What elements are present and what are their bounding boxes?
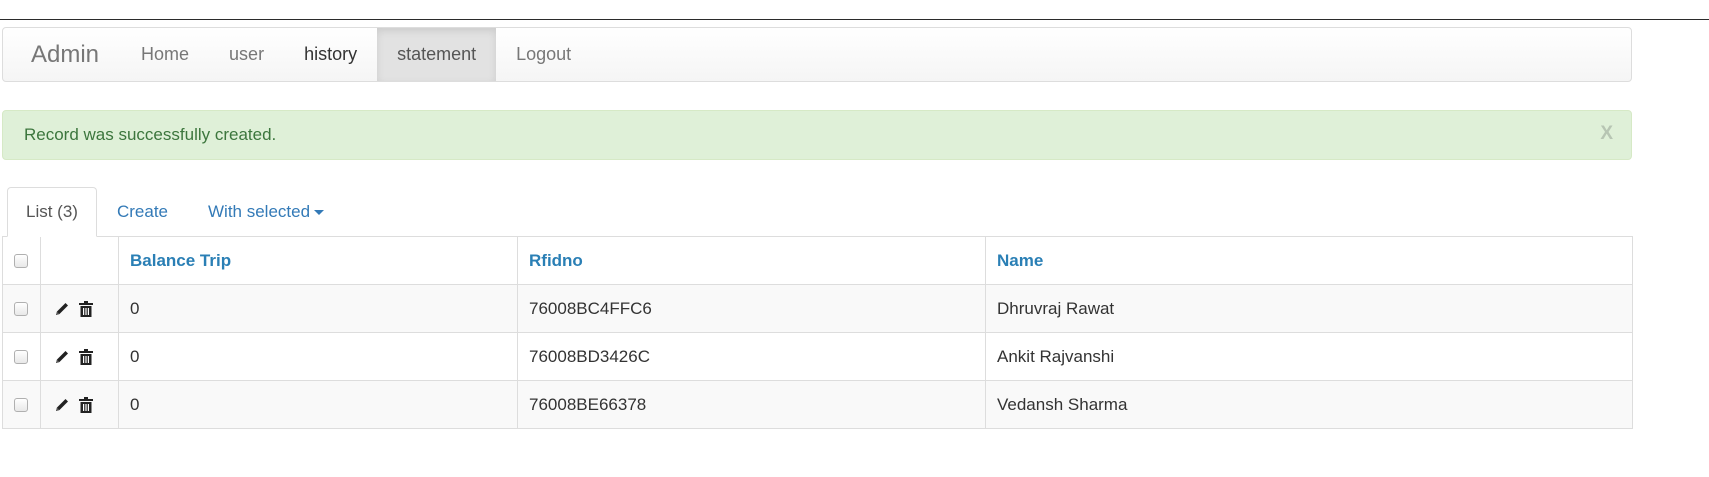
pencil-icon[interactable] (54, 301, 70, 317)
top-divider (0, 19, 1709, 20)
row-actions (40, 332, 119, 381)
trash-icon[interactable] (79, 300, 93, 317)
header-name[interactable]: Name (985, 236, 1633, 285)
cell-name: Dhruvraj Rawat (985, 284, 1633, 333)
row-actions (40, 284, 119, 333)
nav-history[interactable]: history (284, 28, 377, 81)
table-row: 0 76008BD3426C Ankit Rajvanshi (2, 332, 1633, 381)
tab-list[interactable]: List (3) (7, 187, 97, 237)
nav-home[interactable]: Home (121, 28, 209, 81)
with-selected-label: With selected (208, 202, 311, 221)
pencil-icon[interactable] (54, 397, 70, 413)
caret-down-icon (314, 209, 325, 215)
nav-user[interactable]: user (209, 28, 284, 81)
brand-title[interactable]: Admin (3, 28, 121, 81)
select-all-cell (2, 236, 41, 285)
select-all-checkbox[interactable] (14, 254, 28, 269)
cell-balance-trip: 0 (118, 380, 518, 429)
cell-name: Ankit Rajvanshi (985, 332, 1633, 381)
table-header-row: Balance Trip Rfidno Name (2, 236, 1633, 285)
with-selected-dropdown[interactable]: With selected (188, 187, 344, 237)
cell-balance-trip: 0 (118, 284, 518, 333)
alert-message: Record was successfully created. (24, 125, 277, 144)
navbar: Admin Home user history statement Logout (2, 27, 1632, 82)
nav-logout[interactable]: Logout (496, 28, 591, 81)
tab-create[interactable]: Create (97, 187, 188, 237)
nav-statement[interactable]: statement (377, 28, 497, 81)
row-select-cell (2, 332, 41, 381)
table-row: 0 76008BE66378 Vedansh Sharma (2, 380, 1633, 429)
actions-header (40, 236, 119, 285)
header-balance-trip[interactable]: Balance Trip (118, 236, 518, 285)
trash-icon[interactable] (79, 396, 93, 413)
cell-rfidno: 76008BE66378 (517, 380, 986, 429)
row-checkbox[interactable] (14, 350, 28, 365)
cell-balance-trip: 0 (118, 332, 518, 381)
trash-icon[interactable] (79, 348, 93, 365)
cell-rfidno: 76008BC4FFC6 (517, 284, 986, 333)
pencil-icon[interactable] (54, 349, 70, 365)
header-rfidno[interactable]: Rfidno (517, 236, 986, 285)
tab-bar: List (3) Create With selected (7, 187, 344, 237)
row-checkbox[interactable] (14, 398, 28, 413)
cell-rfidno: 76008BD3426C (517, 332, 986, 381)
success-alert: Record was successfully created. X (2, 110, 1632, 160)
table-row: 0 76008BC4FFC6 Dhruvraj Rawat (2, 284, 1633, 333)
row-checkbox[interactable] (14, 302, 28, 317)
row-actions (40, 380, 119, 429)
row-select-cell (2, 284, 41, 333)
cell-name: Vedansh Sharma (985, 380, 1633, 429)
alert-close-button[interactable]: X (1600, 123, 1613, 145)
row-select-cell (2, 380, 41, 429)
records-table: Balance Trip Rfidno Name 0 76008BC4FFC6 … (2, 236, 1633, 429)
